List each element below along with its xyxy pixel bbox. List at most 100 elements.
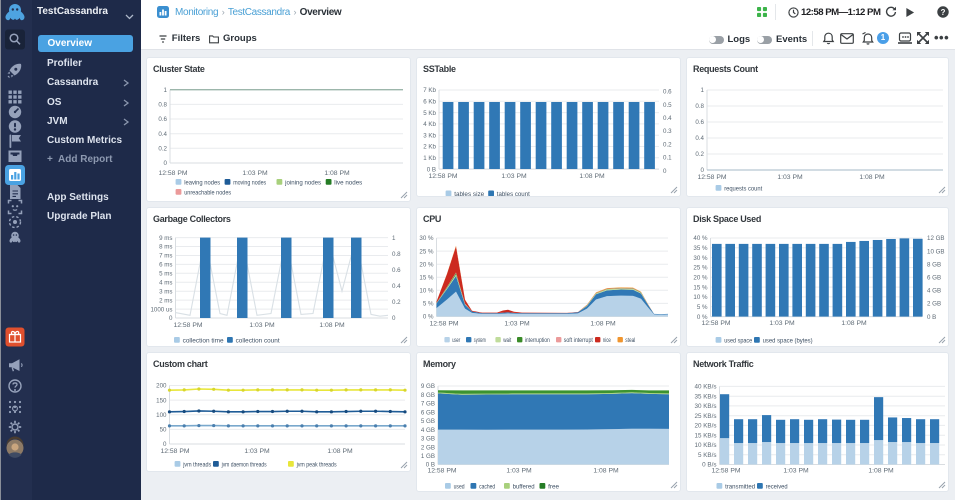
svg-text:15 KB/s: 15 KB/s [694, 432, 716, 439]
svg-text:used space: used space [724, 337, 752, 344]
svg-text:30 KB/s: 30 KB/s [694, 403, 716, 410]
svg-text:20 %: 20 % [693, 275, 708, 282]
svg-text:5 %: 5 % [697, 304, 708, 311]
svg-text:collection count: collection count [236, 337, 280, 344]
svg-text:nice: nice [603, 337, 611, 344]
svg-text:30 %: 30 % [693, 255, 708, 262]
svg-text:4 Kb: 4 Kb [423, 121, 436, 128]
svg-text:1:08 PM: 1:08 PM [590, 321, 616, 328]
svg-text:40 KB/s: 40 KB/s [694, 384, 716, 391]
svg-text:10 %: 10 % [693, 294, 708, 301]
svg-text:steal: steal [625, 337, 635, 344]
svg-text:0 B: 0 B [927, 314, 936, 321]
svg-text:12:58 PM: 12:58 PM [429, 321, 458, 328]
svg-text:5 %: 5 % [423, 301, 434, 308]
svg-text:0.6: 0.6 [663, 89, 672, 96]
svg-text:6 GB: 6 GB [421, 409, 435, 416]
svg-text:6 Kb: 6 Kb [423, 99, 436, 106]
svg-text:0.4: 0.4 [663, 115, 672, 122]
svg-text:1:08 PM: 1:08 PM [859, 174, 885, 181]
svg-text:0.1: 0.1 [663, 155, 672, 162]
svg-text:3 GB: 3 GB [421, 436, 435, 443]
svg-text:200: 200 [156, 383, 167, 390]
svg-text:10 %: 10 % [419, 288, 434, 295]
svg-text:1:03 PM: 1:03 PM [249, 322, 275, 329]
svg-text:3 ms: 3 ms [159, 288, 172, 295]
svg-text:2 Kb: 2 Kb [423, 144, 436, 151]
svg-text:9 ms: 9 ms [159, 235, 172, 242]
svg-text:25 %: 25 % [419, 248, 434, 255]
svg-text:12:58 PM: 12:58 PM [160, 448, 189, 455]
svg-text:0.8: 0.8 [158, 102, 167, 109]
svg-text:35 %: 35 % [693, 245, 708, 252]
svg-text:0.8: 0.8 [695, 103, 704, 110]
svg-text:1:03 PM: 1:03 PM [242, 170, 268, 177]
svg-text:1:08 PM: 1:08 PM [841, 320, 867, 327]
svg-text:buffered: buffered [513, 483, 535, 490]
svg-text:soft interrupt: soft interrupt [564, 337, 593, 344]
svg-text:5 GB: 5 GB [421, 418, 435, 425]
svg-text:7 Kb: 7 Kb [423, 87, 436, 94]
svg-text:1:03 PM: 1:03 PM [501, 173, 527, 180]
svg-text:12:58 PM: 12:58 PM [428, 173, 457, 180]
svg-text:12:58 PM: 12:58 PM [173, 322, 202, 329]
svg-text:cached: cached [479, 483, 495, 490]
svg-text:12:58 PM: 12:58 PM [427, 468, 456, 475]
svg-text:0: 0 [392, 315, 396, 322]
svg-text:0.2: 0.2 [695, 151, 704, 158]
svg-text:jvm peak threads: jvm peak threads [296, 461, 337, 468]
svg-text:150: 150 [156, 397, 167, 404]
svg-text:0.4: 0.4 [158, 131, 167, 138]
svg-text:15 %: 15 % [419, 275, 434, 282]
svg-text:1:08 PM: 1:08 PM [319, 322, 345, 329]
svg-text:35 KB/s: 35 KB/s [694, 393, 716, 400]
svg-text:1:03 PM: 1:03 PM [777, 174, 803, 181]
svg-text:1000 us: 1000 us [150, 306, 172, 313]
svg-text:moving nodes: moving nodes [233, 179, 266, 186]
svg-text:4 GB: 4 GB [421, 427, 435, 434]
svg-text:4 ms: 4 ms [159, 280, 172, 287]
svg-text:12 GB: 12 GB [927, 235, 945, 242]
svg-text:5 KB/s: 5 KB/s [698, 452, 717, 459]
svg-text:1:03 PM: 1:03 PM [506, 468, 532, 475]
svg-text:1: 1 [701, 87, 705, 94]
svg-text:0.6: 0.6 [392, 267, 401, 274]
svg-text:1:08 PM: 1:08 PM [593, 468, 619, 475]
svg-text:0.3: 0.3 [663, 128, 672, 135]
svg-text:4 GB: 4 GB [927, 288, 941, 295]
svg-text:8 GB: 8 GB [421, 392, 435, 399]
svg-text:1:03 PM: 1:03 PM [769, 320, 795, 327]
svg-text:1:08 PM: 1:08 PM [579, 173, 605, 180]
svg-text:0.2: 0.2 [158, 146, 167, 153]
svg-text:20 KB/s: 20 KB/s [694, 423, 716, 430]
svg-text:0.8: 0.8 [392, 251, 401, 258]
svg-text:9 GB: 9 GB [421, 383, 435, 390]
svg-text:15 %: 15 % [693, 284, 708, 291]
svg-text:1:03 PM: 1:03 PM [244, 448, 270, 455]
svg-text:1: 1 [392, 235, 396, 242]
svg-text:1 Kb: 1 Kb [423, 155, 436, 162]
svg-text:0.2: 0.2 [392, 299, 401, 306]
svg-text:8 ms: 8 ms [159, 244, 172, 251]
svg-text:unreachable nodes: unreachable nodes [184, 189, 231, 196]
svg-text:user: user [452, 337, 460, 344]
svg-text:1 GB: 1 GB [421, 453, 435, 460]
svg-text:free: free [548, 483, 559, 490]
svg-text:1:03 PM: 1:03 PM [504, 321, 530, 328]
svg-text:requests count: requests count [724, 185, 762, 192]
svg-text:1: 1 [164, 87, 168, 94]
svg-text:7 GB: 7 GB [421, 401, 435, 408]
svg-text:10 GB: 10 GB [927, 248, 945, 255]
svg-text:0.4: 0.4 [695, 135, 704, 142]
svg-text:6 GB: 6 GB [927, 275, 941, 282]
svg-text:12:58 PM: 12:58 PM [711, 468, 740, 475]
svg-text:10 KB/s: 10 KB/s [694, 442, 716, 449]
svg-text:2 ms: 2 ms [159, 297, 172, 304]
svg-text:used space (bytes): used space (bytes) [763, 337, 813, 344]
svg-text:0.4: 0.4 [392, 283, 401, 290]
svg-text:5 Kb: 5 Kb [423, 110, 436, 117]
svg-text:0.5: 0.5 [663, 102, 672, 109]
svg-text:12:58 PM: 12:58 PM [697, 174, 726, 181]
svg-text:0: 0 [169, 315, 173, 322]
svg-text:0.6: 0.6 [695, 119, 704, 126]
